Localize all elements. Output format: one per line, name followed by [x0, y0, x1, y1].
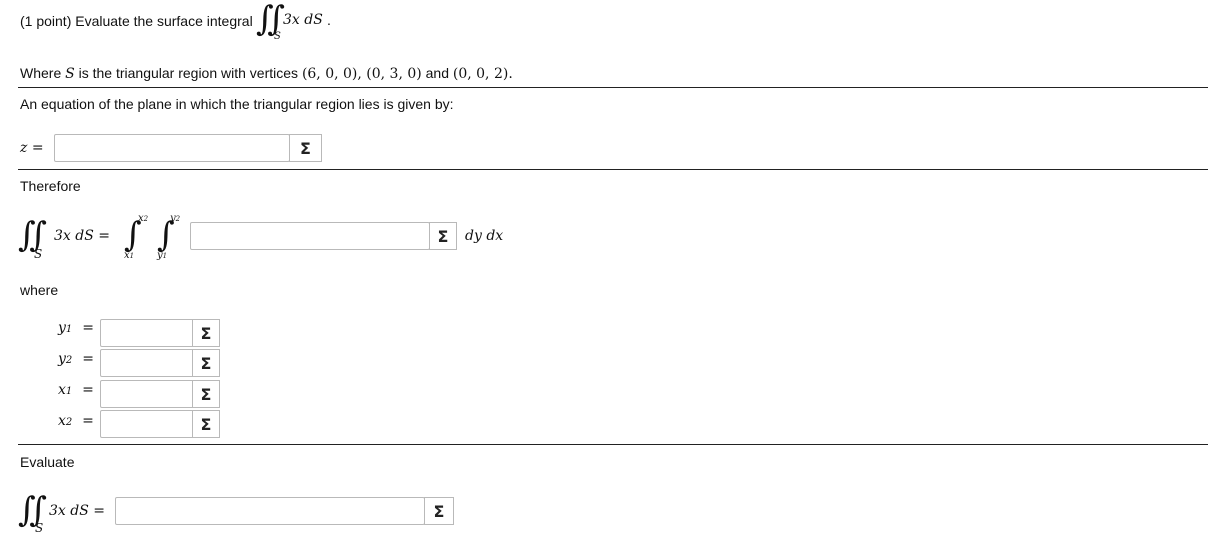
header-period: . — [327, 12, 331, 28]
evaluate-label: Evaluate — [20, 454, 75, 470]
x1-sigma-icon[interactable]: Σ — [192, 380, 220, 408]
y1-input[interactable] — [100, 319, 194, 347]
x2-input[interactable] — [100, 410, 194, 438]
header-integrand: 3x dS — [283, 12, 323, 28]
region-text-after: is the triangular region with vertices — [78, 65, 299, 81]
z-label: z = — [20, 140, 44, 156]
problem-prompt: (1 point) Evaluate the surface integral — [20, 13, 253, 29]
divider — [18, 87, 1208, 88]
row-eq: = — [82, 413, 94, 429]
therefore-region-subscript: S — [34, 247, 43, 261]
row-var: x — [58, 382, 66, 398]
header-region-subscript: S — [274, 31, 281, 42]
evaluate-sigma-icon[interactable]: Σ — [424, 497, 454, 525]
x1-input[interactable] — [100, 380, 194, 408]
where-label: where — [20, 282, 59, 298]
limit-row-x1: x1 = — [58, 381, 94, 398]
integrand-sigma-icon[interactable]: Σ — [429, 222, 457, 250]
inner-upper-limit: y2 — [170, 213, 181, 224]
outer-upper-limit: x2 — [138, 213, 149, 224]
region-and: and — [425, 65, 449, 81]
row-sub: 2 — [65, 417, 73, 428]
therefore-double-integral-symbol: ∬ — [18, 215, 47, 255]
evaluate-lhs: 3x dS = — [49, 503, 105, 519]
limit-row-y1: y1 = — [58, 319, 94, 336]
row-sub: 1 — [65, 324, 73, 335]
row-eq: = — [82, 320, 94, 336]
evaluate-region-subscript: S — [35, 521, 44, 535]
differentials: dy dx — [465, 228, 504, 244]
limit-row-y2: y2 = — [58, 350, 94, 367]
row-sub: 1 — [65, 386, 73, 397]
plane-sigma-icon[interactable]: Σ — [289, 134, 322, 162]
therefore-label: Therefore — [20, 178, 81, 194]
y2-sigma-icon[interactable]: Σ — [192, 349, 220, 377]
y1-sigma-icon[interactable]: Σ — [192, 319, 220, 347]
row-eq: = — [82, 351, 94, 367]
plane-equation-input[interactable] — [54, 134, 290, 162]
row-eq: = — [82, 382, 94, 398]
prompt-text: (1 point) Evaluate the surface integral — [20, 13, 253, 29]
region-text-before: Where — [20, 65, 62, 81]
region-symbol: S — [65, 66, 75, 82]
region-vertices: (6, 0, 0), (0, 3, 0) — [301, 66, 422, 82]
y2-input[interactable] — [100, 349, 194, 377]
row-var: y — [58, 320, 66, 336]
row-var: y — [58, 351, 66, 367]
therefore-lhs: 3x dS = — [54, 228, 110, 244]
x2-sigma-icon[interactable]: Σ — [192, 410, 220, 438]
region-last-vertex: (0, 0, 2). — [452, 66, 513, 82]
plane-instruction: An equation of the plane in which the tr… — [20, 96, 454, 112]
evaluate-input[interactable] — [115, 497, 425, 525]
inner-lower-limit: y1 — [157, 250, 168, 261]
limit-row-x2: x2 = — [58, 412, 94, 429]
integrand-input[interactable] — [190, 222, 430, 250]
divider — [18, 169, 1208, 170]
row-sub: 2 — [65, 355, 73, 366]
divider — [18, 444, 1208, 445]
region-description: Where S is the triangular region with ve… — [20, 65, 513, 82]
outer-lower-limit: x1 — [124, 250, 135, 261]
row-var: x — [58, 413, 66, 429]
